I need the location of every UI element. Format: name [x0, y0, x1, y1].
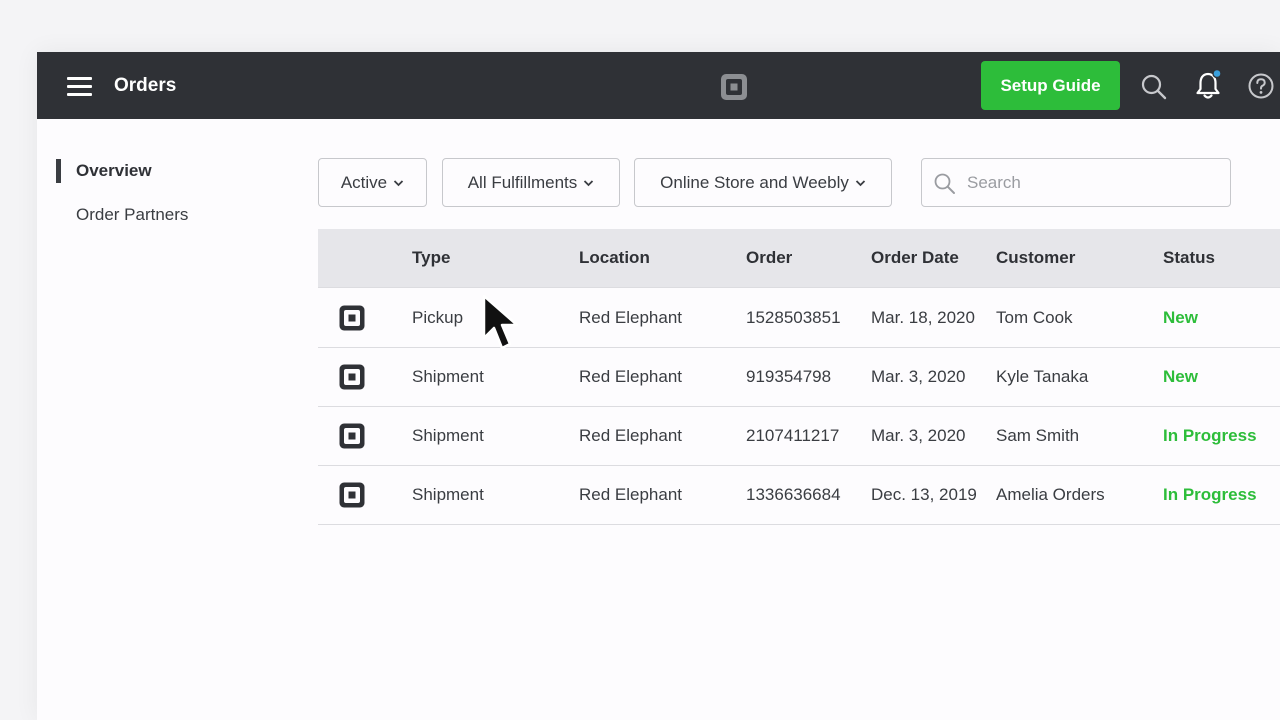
setup-guide-button[interactable]: Setup Guide: [981, 61, 1120, 110]
table-row[interactable]: Shipment Red Elephant 919354798 Mar. 3, …: [318, 348, 1280, 407]
square-channel-icon: [339, 482, 365, 508]
square-channel-icon: [339, 364, 365, 390]
order-customer: Tom Cook: [996, 307, 1073, 327]
order-number: 1528503851: [746, 307, 841, 327]
orders-table: Type Location Order Order Date Customer …: [318, 229, 1280, 525]
table-body: Pickup Red Elephant 1528503851 Mar. 18, …: [318, 288, 1280, 525]
column-header-status[interactable]: Status: [1163, 248, 1215, 268]
table-row[interactable]: Shipment Red Elephant 2107411217 Mar. 3,…: [318, 407, 1280, 466]
order-date: Dec. 13, 2019: [871, 485, 977, 504]
order-location: Red Elephant: [579, 426, 683, 445]
search-field[interactable]: [921, 158, 1231, 207]
column-header-order[interactable]: Order: [746, 248, 792, 268]
chevron-down-icon: [855, 179, 865, 186]
column-header-customer[interactable]: Customer: [996, 248, 1075, 268]
order-date: Mar. 3, 2020: [871, 426, 966, 445]
table-header-row: Type Location Order Order Date Customer …: [318, 229, 1280, 288]
order-number: 919354798: [746, 367, 832, 386]
status-filter-label: Active: [340, 172, 388, 192]
notification-dot: [1212, 69, 1222, 79]
fulfillment-filter-dropdown[interactable]: All Fulfillments: [442, 158, 620, 207]
chevron-down-icon: [584, 179, 594, 186]
table-row[interactable]: Pickup Red Elephant 1528503851 Mar. 18, …: [318, 288, 1280, 348]
sidebar-item-overview[interactable]: Overview: [76, 161, 152, 181]
square-channel-icon: [339, 305, 365, 330]
order-customer: Amelia Orders: [996, 485, 1105, 504]
channel-filter-dropdown[interactable]: Online Store and Weebly: [634, 158, 892, 207]
help-icon[interactable]: [1247, 72, 1275, 100]
channel-filter-label: Online Store and Weebly: [660, 172, 849, 192]
menu-icon[interactable]: [67, 76, 93, 96]
status-badge: In Progress: [1163, 485, 1257, 504]
table-row[interactable]: Shipment Red Elephant 1336636684 Dec. 13…: [318, 466, 1280, 525]
bell-icon[interactable]: [1193, 69, 1223, 101]
square-channel-icon: [339, 423, 365, 449]
order-date: Mar. 18, 2020: [871, 307, 975, 327]
status-badge: New: [1163, 367, 1198, 386]
order-number: 1336636684: [746, 485, 841, 504]
page-title: Orders: [114, 75, 177, 96]
search-icon: [934, 173, 955, 194]
chevron-down-icon: [394, 179, 404, 186]
order-customer: Kyle Tanaka: [996, 367, 1089, 386]
fulfillment-filter-label: All Fulfillments: [467, 172, 578, 192]
column-header-location[interactable]: Location: [579, 248, 650, 268]
order-location: Red Elephant: [579, 307, 683, 327]
status-filter-dropdown[interactable]: Active: [318, 158, 427, 207]
order-location: Red Elephant: [579, 367, 683, 386]
order-type: Shipment: [412, 367, 484, 386]
order-location: Red Elephant: [579, 485, 683, 504]
square-logo-icon[interactable]: [719, 72, 749, 102]
app-window: Orders Setup Guide Overview Order Partne…: [37, 52, 1280, 720]
top-bar: Orders Setup Guide: [37, 52, 1280, 119]
column-header-type[interactable]: Type: [412, 248, 450, 268]
order-date: Mar. 3, 2020: [871, 367, 966, 386]
order-type: Shipment: [412, 485, 484, 504]
sidebar-item-order-partners[interactable]: Order Partners: [76, 205, 188, 225]
search-input[interactable]: [967, 171, 1217, 195]
order-customer: Sam Smith: [996, 426, 1080, 445]
search-icon[interactable]: [1140, 73, 1168, 101]
order-type: Shipment: [412, 426, 484, 445]
order-type: Pickup: [412, 307, 464, 327]
status-badge: New: [1163, 307, 1198, 327]
sidebar-active-indicator: [56, 159, 61, 183]
status-badge: In Progress: [1163, 426, 1257, 445]
column-header-order-date[interactable]: Order Date: [871, 248, 959, 268]
order-number: 2107411217: [746, 426, 840, 445]
